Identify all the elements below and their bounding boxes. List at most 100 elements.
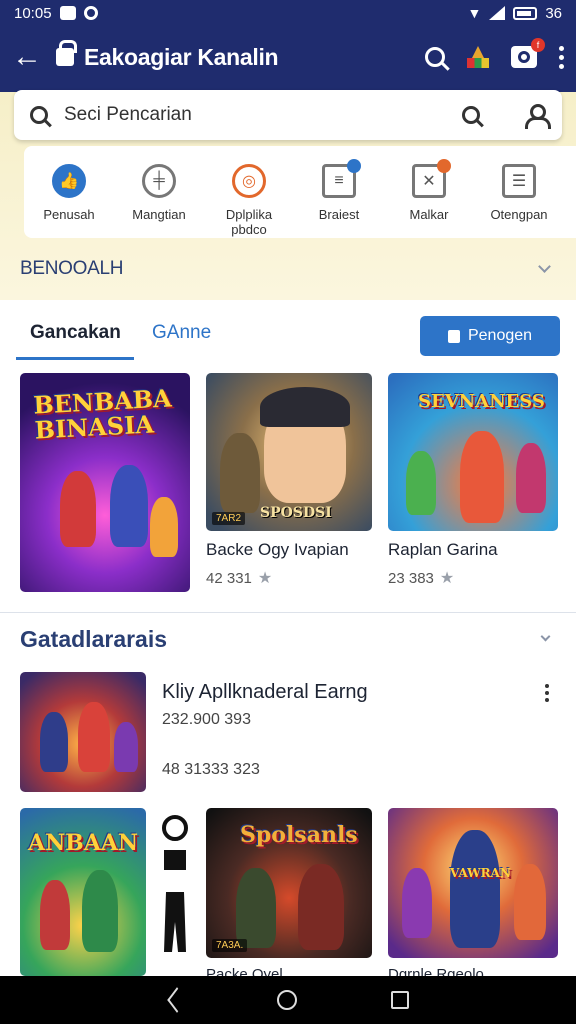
badge <box>437 159 451 173</box>
character-figure <box>450 830 500 948</box>
thumbs-up-icon: 👍 <box>52 164 86 198</box>
game-thumbnail[interactable]: ANBAAN <box>20 808 146 976</box>
list-item-detail: 48 31333 323 <box>162 761 260 778</box>
dumbbell-icon: ╪ <box>142 164 176 198</box>
notification-icon <box>83 6 98 20</box>
character-figure <box>114 722 138 772</box>
decorative-figure <box>162 815 188 952</box>
tab-inactive[interactable]: GAnne <box>152 322 211 344</box>
notification-badge: f <box>531 38 545 52</box>
search-icon <box>30 106 48 124</box>
list-item-title[interactable]: Kliy Apllknaderal Earng <box>162 681 368 704</box>
signal-icon <box>489 6 506 20</box>
search-icon[interactable] <box>425 47 445 67</box>
category-item[interactable]: ☰ Otengpan <box>474 146 564 238</box>
list-icon: ☰ <box>502 164 536 198</box>
category-label: Malkar <box>409 207 449 222</box>
target-icon: ◎ <box>232 164 266 198</box>
character-figure <box>40 712 68 772</box>
battery-level: 36 <box>545 4 562 22</box>
back-arrow-icon[interactable]: ← <box>12 40 56 74</box>
user-icon[interactable] <box>524 104 551 129</box>
game-title[interactable]: Raplan Garina <box>388 540 498 560</box>
search-icon[interactable] <box>462 106 480 124</box>
character-figure <box>78 702 110 772</box>
category-label: Otengpan <box>490 207 548 222</box>
character-figure <box>82 870 118 952</box>
character-figure <box>406 451 436 515</box>
section-title: Gatadlararais <box>20 626 168 652</box>
nav-back-icon[interactable] <box>167 991 183 1009</box>
section-header: BENOOALH <box>20 258 124 279</box>
price-chip: 7AR2 <box>212 512 246 525</box>
game-art-title: SEVNANESS <box>418 391 545 412</box>
nav-recents-icon[interactable] <box>391 991 409 1009</box>
character-figure <box>40 880 70 950</box>
game-thumbnail[interactable]: VAWRAN <box>388 808 558 958</box>
status-time: 10:05 <box>14 4 52 22</box>
category-label: Braiest <box>318 207 360 222</box>
tab-indicator <box>16 357 134 360</box>
game-thumbnail[interactable]: Spolsanls 7A3A. <box>206 808 372 958</box>
camera-icon[interactable]: f <box>511 38 545 68</box>
character-figure <box>402 868 432 938</box>
category-item[interactable]: ≡ Braiest <box>294 146 384 238</box>
star-icon: ★ <box>257 570 273 587</box>
price-chip: 7A3A. <box>212 939 248 952</box>
list-item-detail: 232.900 393 <box>162 711 251 728</box>
mail-icon: ✕ <box>412 159 451 198</box>
tab-active[interactable]: Gancakan <box>30 322 121 344</box>
system-nav-bar <box>0 976 576 1024</box>
game-art-title: Spolsanls <box>240 822 358 848</box>
game-art-title: SPOSDSI <box>260 505 332 521</box>
game-thumbnail[interactable]: SPOSDSI 7AR2 <box>206 373 372 531</box>
star-icon: ★ <box>439 570 455 587</box>
game-art-title: ANBAAN <box>28 830 139 856</box>
category-label: Dplplika pbdco <box>225 207 273 237</box>
game-title[interactable]: Backe Ogy Ivapian <box>206 540 349 560</box>
rating-count: 23 383 <box>388 569 434 587</box>
category-item[interactable]: ╪ Mangtian <box>114 146 204 238</box>
tab-bar: Gancakan GAnne Penogen <box>0 300 576 362</box>
tree-icon[interactable] <box>467 46 489 68</box>
category-item[interactable]: 👍 Penusah <box>24 146 114 238</box>
rating-count: 42 331 <box>206 569 252 587</box>
character-figure <box>60 471 96 547</box>
character-figure <box>150 497 178 557</box>
category-label: Mangtian <box>132 207 186 222</box>
lock-icon <box>56 40 77 66</box>
primary-button-label: Penogen <box>467 327 533 344</box>
notification-icon <box>59 6 76 20</box>
more-options-icon[interactable] <box>545 684 549 702</box>
divider <box>0 612 576 613</box>
primary-button[interactable]: Penogen <box>420 316 560 356</box>
game-thumbnail[interactable]: BENBABA BINASIA <box>20 373 190 592</box>
bag-icon <box>447 329 460 343</box>
status-bar: 10:05 ▼ 36 <box>0 0 576 26</box>
category-strip: 👍 Penusah ╪ Mangtian ◎ Dplplika pbdco ≡ … <box>24 146 576 238</box>
character-figure <box>516 443 546 513</box>
category-item[interactable]: ✕ Malkar <box>384 146 474 238</box>
game-art-title: VAWRAN <box>450 866 511 880</box>
game-thumbnail[interactable]: SEVNANESS <box>388 373 558 531</box>
battery-icon <box>513 6 538 20</box>
chat-icon: ≡ <box>322 159 361 198</box>
search-bar[interactable]: Seci Pencarian <box>14 90 562 140</box>
app-bar: ← Eakoagiar Kanalin f <box>0 26 576 88</box>
badge <box>347 159 361 173</box>
more-options-icon[interactable] <box>559 45 564 69</box>
game-art-title: BENBABA BINASIA <box>32 383 173 445</box>
chevron-down-icon[interactable] <box>540 631 551 642</box>
character-figure <box>110 465 148 547</box>
top-bar: 10:05 ▼ 36 ← Eakoagiar Kanalin f <box>0 0 576 92</box>
character-figure <box>460 431 504 523</box>
app-title: Eakoagiar Kanalin <box>84 43 279 70</box>
category-label: Penusah <box>43 207 95 222</box>
nav-home-icon[interactable] <box>277 990 297 1010</box>
character-figure <box>220 433 260 513</box>
character-figure <box>298 864 344 950</box>
search-input[interactable]: Seci Pencarian <box>64 104 192 126</box>
character-figure <box>260 387 350 427</box>
category-item[interactable]: ◎ Dplplika pbdco <box>204 146 294 238</box>
game-thumbnail[interactable] <box>20 672 146 792</box>
